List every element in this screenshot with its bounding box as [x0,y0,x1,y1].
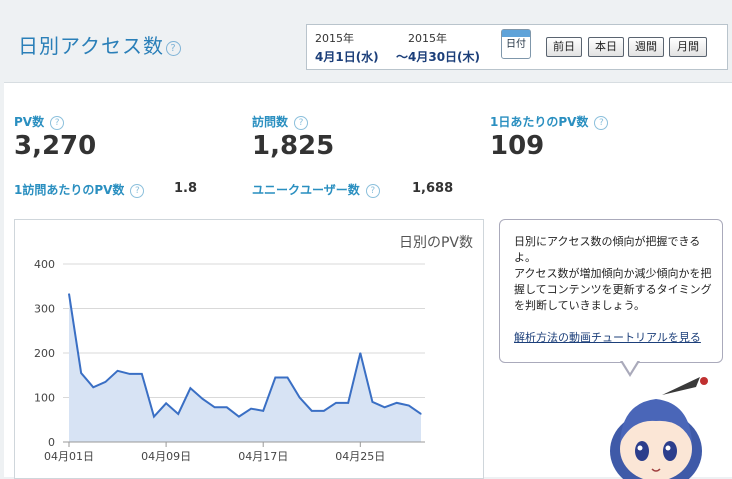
tutorial-link[interactable]: 解析方法の動画チュートリアルを見る [514,331,701,344]
visits-value: 1,825 [252,131,335,161]
data-point [80,372,82,374]
end-date[interactable]: ～4月30日(木) [396,48,480,65]
pv-label-text: PV数 [14,115,45,129]
data-point [274,376,276,379]
calendar-icon[interactable]: 日付 [501,29,531,59]
prev-day-button[interactable]: 前日 [546,37,582,57]
top-bar: 日別アクセス数? 2015年 4月1日(水) 2015年 ～4月30日(木) 日… [0,0,732,80]
daily-pv-label-text: 1日あたりのPV数 [490,115,589,129]
unique-users-label: ユニークユーザー数? [252,181,380,198]
start-year: 2015年 [315,32,354,45]
data-point [396,402,398,404]
pv-label: PV数? [14,113,65,130]
tip-bubble: 日別にアクセス数の傾向が把握できるよ。 アクセス数が増加傾向か減少傾向かを把握し… [499,219,723,363]
data-point [92,386,94,388]
unique-users-value: 1,688 [412,181,454,196]
daily-pv-label: 1日あたりのPV数? [490,113,609,130]
data-point [250,408,252,410]
help-icon[interactable]: ? [365,184,380,198]
main-panel: PV数? 3,270 訪問数? 1,825 1日あたりのPV数? 109 1訪問… [4,82,732,479]
tip-text-2: アクセス数が増加傾向か減少傾向かを把握してコンテンツを更新するタイミングを判断し… [514,267,712,312]
x-tick-label: 04月17日 [238,450,288,463]
help-icon[interactable]: ? [130,184,145,198]
data-point [286,376,289,379]
y-tick-label: 100 [34,392,55,405]
data-point [214,406,216,408]
data-point [177,413,179,415]
data-point [104,381,107,383]
data-point [116,370,119,372]
y-tick-label: 300 [34,303,55,316]
data-point [141,373,143,375]
x-tick-label: 04月09日 [141,450,191,463]
visits-label: 訪問数? [252,113,309,130]
help-icon[interactable]: ? [50,116,65,130]
data-point [129,373,131,375]
data-point [371,401,374,403]
per-visit-value: 1.8 [174,181,198,196]
pv-value: 3,270 [14,131,97,161]
page-title: 日別アクセス数? [18,30,181,59]
daily-pv-chart: 日別のPV数 0 100 200 300 400 04月01日 04月09日 04月17日 04… [14,219,484,479]
tip-text-1: 日別にアクセス数の傾向が把握できるよ。 [514,235,701,264]
data-point [153,416,155,418]
x-tick-label: 04月25日 [335,450,385,463]
data-point [262,410,264,412]
y-tick-label: 400 [34,258,55,271]
data-point [238,416,240,418]
data-point [420,413,422,415]
week-button[interactable]: 週間 [628,37,664,57]
unique-users-label-text: ユニークユーザー数 [252,183,360,197]
data-point [383,406,386,408]
data-point [201,398,204,400]
data-point [347,402,349,404]
series-area [69,293,421,442]
per-visit-label-text: 1訪問あたりのPV数 [14,183,125,197]
chart-svg: 0 100 200 300 400 04月01日 04月09日 04月17日 04月25日 [34,258,425,463]
help-icon[interactable]: ? [594,116,609,130]
data-point [68,293,70,295]
data-point [335,402,337,404]
calendar-label: 日付 [506,39,526,50]
help-icon[interactable]: ? [166,41,181,56]
y-tick-label: 200 [34,347,55,360]
date-range-picker: 2015年 4月1日(水) 2015年 ～4月30日(木) 日付 前日 本日 週… [306,24,728,70]
page-title-text: 日別アクセス数 [18,34,164,58]
data-point [189,387,191,389]
y-tick-label: 0 [48,436,55,449]
end-year: 2015年 [408,32,447,45]
data-point [408,404,410,407]
daily-pv-value: 109 [490,131,545,161]
month-button[interactable]: 月間 [669,37,707,57]
data-point [311,410,313,412]
data-point [226,406,228,408]
help-icon[interactable]: ? [294,116,309,130]
x-tick-label: 04月01日 [44,450,94,463]
start-date[interactable]: 4月1日(水) [315,48,379,65]
visits-label-text: 訪問数 [252,115,289,129]
per-visit-label: 1訪問あたりのPV数? [14,181,145,198]
today-button[interactable]: 本日 [588,37,624,57]
mascot-image [610,377,708,479]
data-point [299,396,301,399]
data-point [165,402,167,404]
data-point [323,410,325,412]
data-point [359,352,361,354]
